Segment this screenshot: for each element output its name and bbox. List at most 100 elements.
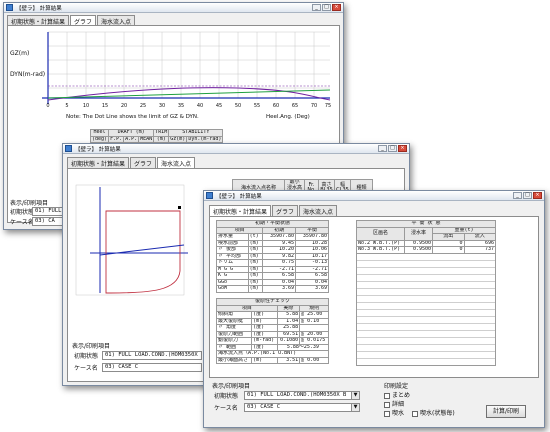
row-actual: 3.51	[276, 356, 301, 364]
print-settings-label: 印刷設定	[384, 383, 409, 390]
row-unit: (m)	[251, 356, 278, 364]
window-title: 【壁ラ】 計算結果	[216, 193, 262, 200]
case-name-field[interactable]: 03) CASE C	[244, 403, 352, 412]
x-tick: 5	[65, 103, 68, 109]
table-header: 浸水率	[404, 226, 433, 241]
table-subheader: Gz(m)	[168, 135, 188, 143]
initial-state-label: 初期状態	[10, 209, 35, 216]
x-axis-label: Heel.Ang. (Deg)	[266, 114, 310, 120]
initial-state-label: 初期状態	[214, 393, 239, 400]
flood-point-diagram	[75, 184, 188, 296]
checkbox-icon[interactable]	[384, 392, 390, 399]
close-icon[interactable]: ×	[533, 192, 542, 199]
row-outflow: 0	[432, 246, 465, 254]
print-option-draft-each[interactable]: 喫水(状態毎)	[412, 408, 455, 417]
print-option-draft[interactable]: 喫水	[384, 408, 404, 417]
table-subheader: F.P.	[108, 135, 125, 143]
title-bar[interactable]: 【壁ラ】 計算結果 _ □ ×	[204, 191, 544, 201]
x-tick: 60	[273, 103, 279, 109]
maximize-icon[interactable]: □	[322, 4, 331, 11]
row-equilibrium: 3.69	[295, 285, 329, 293]
row-rule: ≧ 0.0175	[299, 337, 329, 345]
checkbox-icon[interactable]	[384, 401, 390, 408]
flood-point-marker	[178, 206, 181, 209]
chart-note: Note: The Dot Line shows the limit of GZ…	[66, 114, 199, 120]
table-row: 動復原力 (m-rad) 0.1080 ≧ 0.0175	[215, 337, 329, 345]
x-tick: 45	[216, 103, 222, 109]
row-rule: ≧ 0.00	[299, 356, 329, 364]
table-row: No.3 W.B.T.(P) 0.9500 0 737	[356, 246, 496, 254]
minimize-icon[interactable]: _	[378, 145, 387, 152]
app-icon	[65, 145, 72, 152]
minimize-icon[interactable]: _	[513, 192, 522, 199]
x-tick: 70	[311, 103, 317, 109]
dyn-curve	[47, 89, 331, 99]
display-group-label: 表示/印刷項目	[72, 343, 111, 350]
initial-equilibrium-table: 初期・平衡状態 項目 初期 平衡 排水量 (t) 35907.80 35907.…	[215, 220, 329, 293]
equilibrium-table: 平 衡 状 態 区画名 浸水率 重量(t) 流出 流入 No.2 W.B.T.(…	[356, 220, 496, 254]
result-window-front: 【壁ラ】 計算結果 _ □ × 初期状態・計算結果 グラフ 海水流入点 初期・平…	[203, 190, 545, 428]
x-tick: 15	[102, 103, 108, 109]
checkbox-icon[interactable]	[384, 410, 390, 417]
table-row: 最小海面高さ (m) 3.51 ≧ 0.00	[215, 356, 329, 364]
checkbox-icon[interactable]	[412, 410, 418, 417]
x-tick: 75	[325, 103, 331, 109]
chevron-down-icon[interactable]: ▼	[352, 391, 360, 400]
row-item: 最小海面高さ	[215, 356, 253, 364]
app-icon	[206, 192, 213, 199]
x-tick-labels: 0 5 10 15 20 25 30 35 40 45 50 55 60 65 …	[46, 103, 331, 109]
option-label: 喫水	[392, 410, 405, 417]
row-item: GoM	[216, 285, 249, 293]
x-tick: 25	[140, 103, 146, 109]
x-tick: 35	[178, 103, 184, 109]
case-name-label: ケース名	[10, 219, 34, 226]
x-tick: 20	[121, 103, 127, 109]
maximize-icon[interactable]: □	[523, 192, 532, 199]
row-compartment: No.2 W.B.T.(P)	[356, 239, 405, 247]
results-panel: 初期・平衡状態 項目 初期 平衡 排水量 (t) 35907.80 35907.…	[209, 216, 539, 378]
app-icon	[6, 4, 13, 11]
x-tick: 0	[46, 103, 49, 109]
initial-state-field[interactable]: 01) FULL LOAD.COND.(HOM0350X B	[244, 391, 352, 400]
row-compartment: No.3 W.B.T.(P)	[356, 246, 405, 254]
option-label: 喫水(状態毎)	[420, 410, 455, 417]
row-inflow: 737	[463, 246, 496, 254]
row-actual: 0.1080	[276, 337, 301, 345]
x-tick: 50	[235, 103, 241, 109]
option-label: 詳細	[392, 401, 405, 408]
dyn-axis-label: DYN(m-rad)	[10, 71, 45, 78]
x-tick: 30	[159, 103, 165, 109]
table-subheader: MEAN	[138, 135, 155, 143]
initial-state-label: 初期状態	[74, 353, 99, 360]
stability-check-table: 復原性チェック 項目 実際 規則 傾斜角 (度) 5.88 ≦ 25.00 最大…	[215, 298, 330, 364]
title-bar[interactable]: 【壁ラ】 計算結果 _ □ ×	[4, 3, 343, 13]
chevron-down-icon[interactable]: ▼	[352, 403, 360, 412]
row-unit: (m)	[247, 285, 264, 293]
x-tick: 55	[254, 103, 260, 109]
minimize-icon[interactable]: _	[312, 4, 321, 11]
empty-rows-area	[356, 253, 496, 366]
table-subheader: Dyn.(m-rad)	[186, 135, 224, 143]
close-icon[interactable]: ×	[332, 4, 341, 11]
row-unit: (m-rad)	[251, 337, 278, 345]
row-permeability: 0.9500	[404, 246, 433, 254]
initial-state-field[interactable]: 01) FULL LOAD.COND.(HOM0350X	[102, 351, 202, 360]
table-subheader: (deg)	[89, 135, 110, 143]
window-title: 【壁ラ】 計算結果	[16, 5, 62, 12]
case-name-field[interactable]: 03) CASE C	[102, 363, 202, 372]
x-tick: 65	[292, 103, 298, 109]
title-bar[interactable]: 【壁ラ】 計算結果 _ □ ×	[63, 144, 409, 154]
print-option-detail[interactable]: 詳細	[384, 399, 404, 408]
maximize-icon[interactable]: □	[388, 145, 397, 152]
table-header: 区画名	[356, 226, 405, 241]
close-icon[interactable]: ×	[398, 145, 407, 152]
calculate-print-button[interactable]: 計算/印刷	[486, 405, 526, 418]
table-subheader: A.P.	[123, 135, 140, 143]
display-group-label: 表示/印刷項目	[10, 200, 49, 207]
window-title: 【壁ラ】 計算結果	[75, 146, 121, 153]
case-name-label: ケース名	[214, 405, 238, 412]
print-option-summary[interactable]: まとめ	[384, 390, 410, 399]
row-initial: 3.69	[262, 285, 297, 293]
x-tick: 40	[197, 103, 203, 109]
display-group-label: 表示/印刷項目	[212, 383, 251, 390]
